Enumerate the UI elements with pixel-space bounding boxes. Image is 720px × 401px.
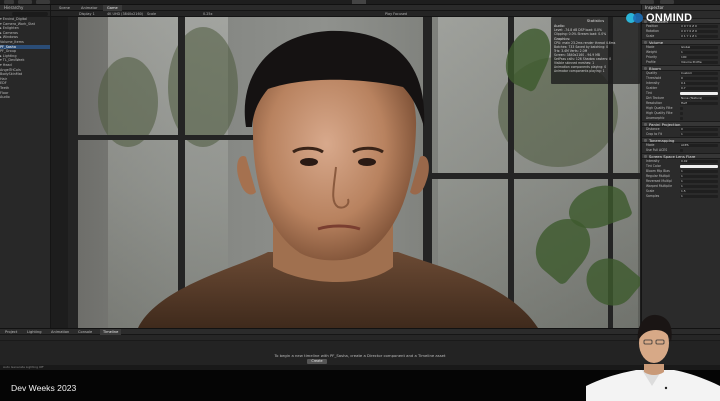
- property-label: Reversed Multipl: [646, 179, 672, 183]
- property-label: Regular Multipli: [646, 174, 671, 178]
- property-value[interactable]: Custom: [680, 72, 718, 76]
- property-label: High Quality Filte: [646, 106, 673, 110]
- property-value[interactable]: 1.5: [680, 190, 718, 194]
- inspector-components: Transform Position X 0 Y 0 Z 0 Rotation X 0 …: [642, 18, 720, 199]
- property-value[interactable]: 0: [680, 77, 718, 81]
- color-field[interactable]: [680, 165, 718, 169]
- property-value[interactable]: 0.1: [680, 82, 718, 86]
- inspector-panel: Inspector Transform Position X 0 Y 0 Z 0 Ro…: [641, 5, 720, 328]
- component-enable-checkbox[interactable]: [644, 139, 647, 142]
- property-label: Intensity: [646, 81, 660, 85]
- layout-dropdown[interactable]: [660, 0, 674, 4]
- cloud-button[interactable]: [18, 0, 32, 4]
- property-value[interactable]: 0: [680, 128, 718, 132]
- property-value[interactable]: ACES: [680, 144, 718, 148]
- hierarchy-search-input[interactable]: [12, 12, 48, 16]
- property-label: Mode: [646, 45, 655, 49]
- property-value[interactable]: 0.02: [680, 160, 718, 164]
- hierarchy-item[interactable]: Audio: [0, 95, 50, 100]
- timeline-create-button[interactable]: Create: [307, 359, 327, 364]
- onmind-logo-icon: [626, 12, 644, 24]
- property-checkbox[interactable]: [680, 149, 683, 152]
- property-label: Weight: [646, 50, 657, 54]
- property-label: Rotation: [646, 29, 659, 33]
- property-label: Samples: [646, 194, 660, 198]
- property-label: Quality: [646, 71, 658, 75]
- property-value[interactable]: 100: [680, 56, 718, 60]
- property-label: Scale: [646, 189, 655, 193]
- component-enable-checkbox[interactable]: [644, 155, 647, 158]
- onmind-watermark: ONMIND: [626, 12, 692, 24]
- property-checkbox[interactable]: [680, 117, 683, 120]
- property-label: Bloom Mip Bias: [646, 169, 670, 173]
- property-label: Intensity: [646, 159, 660, 163]
- property-row: Samples 1: [642, 194, 720, 199]
- graphics-line: Animator components playing: 1: [554, 69, 605, 73]
- property-value[interactable]: 1: [680, 51, 718, 55]
- layers-dropdown[interactable]: [640, 0, 654, 4]
- component-enable-checkbox[interactable]: [644, 41, 647, 44]
- hierarchy-tree: ▾ Enviroi_Digital ▾ Camera_Work_Stat ▸ E…: [0, 17, 50, 100]
- property-value[interactable]: 1: [680, 195, 718, 199]
- hierarchy-toolbar: [0, 11, 50, 17]
- statistics-overlay: Statistics Audio: Level: -74.8 dB DSP lo…: [551, 17, 640, 84]
- property-label: Tint Color: [646, 164, 661, 168]
- event-title: Dev Weeks 2023: [11, 383, 77, 393]
- property-value[interactable]: X 1 Y 1 Z 1: [680, 35, 718, 39]
- property-label: Crop to Fit: [646, 132, 662, 136]
- property-value[interactable]: X 0 Y 0 Z 0: [680, 30, 718, 34]
- property-value[interactable]: X 0 Y 0 Z 0: [680, 25, 718, 29]
- property-label: Profile: [646, 60, 656, 64]
- property-label: Tint: [646, 91, 652, 95]
- component-enable-checkbox[interactable]: [644, 123, 647, 126]
- property-value[interactable]: 1: [680, 175, 718, 179]
- onmind-wordmark: ONMIND: [646, 12, 693, 24]
- property-checkbox[interactable]: [680, 112, 683, 115]
- property-label: Scale: [646, 34, 655, 38]
- property-label: Use Full ACES: [646, 148, 668, 152]
- property-label: High Quality Filte: [646, 111, 673, 115]
- component-enable-checkbox[interactable]: [644, 67, 647, 70]
- color-field[interactable]: [680, 92, 718, 96]
- property-label: Mode: [646, 143, 655, 147]
- account-button[interactable]: [4, 0, 14, 4]
- property-checkbox[interactable]: [680, 107, 683, 110]
- statistics-title: Statistics: [586, 18, 605, 23]
- collab-button[interactable]: [36, 0, 50, 4]
- play-controls[interactable]: [352, 0, 366, 4]
- property-label: Priority: [646, 55, 658, 59]
- property-value[interactable]: Volume Profile: [680, 61, 718, 65]
- hierarchy-panel: Hierarchy ▾ Enviroi_Digital ▾ Camera_Wor…: [0, 5, 51, 328]
- property-value[interactable]: 1: [680, 170, 718, 174]
- property-value[interactable]: 1: [680, 185, 718, 189]
- speaker-camera-overlay: [586, 314, 720, 401]
- logo-circle-right: [633, 13, 643, 23]
- property-value[interactable]: 1: [680, 133, 718, 137]
- property-value[interactable]: Half: [680, 102, 718, 106]
- property-label: Resolution: [646, 101, 663, 105]
- property-label: Anamorphic: [646, 116, 665, 120]
- property-value[interactable]: None (Texture): [680, 97, 718, 101]
- property-value[interactable]: Global: [680, 46, 718, 50]
- property-label: Position: [646, 24, 659, 28]
- property-label: Warped Multiplie: [646, 184, 672, 188]
- property-label: Scatter: [646, 86, 658, 90]
- property-value[interactable]: 0.7: [680, 87, 718, 91]
- property-value[interactable]: 1: [680, 180, 718, 184]
- audio-line: Clipping: 0.0% Stream load: 0.0%: [554, 32, 607, 36]
- property-label: Dirt Texture: [646, 96, 665, 100]
- property-label: Distance: [646, 127, 660, 131]
- property-label: Threshold: [646, 76, 662, 80]
